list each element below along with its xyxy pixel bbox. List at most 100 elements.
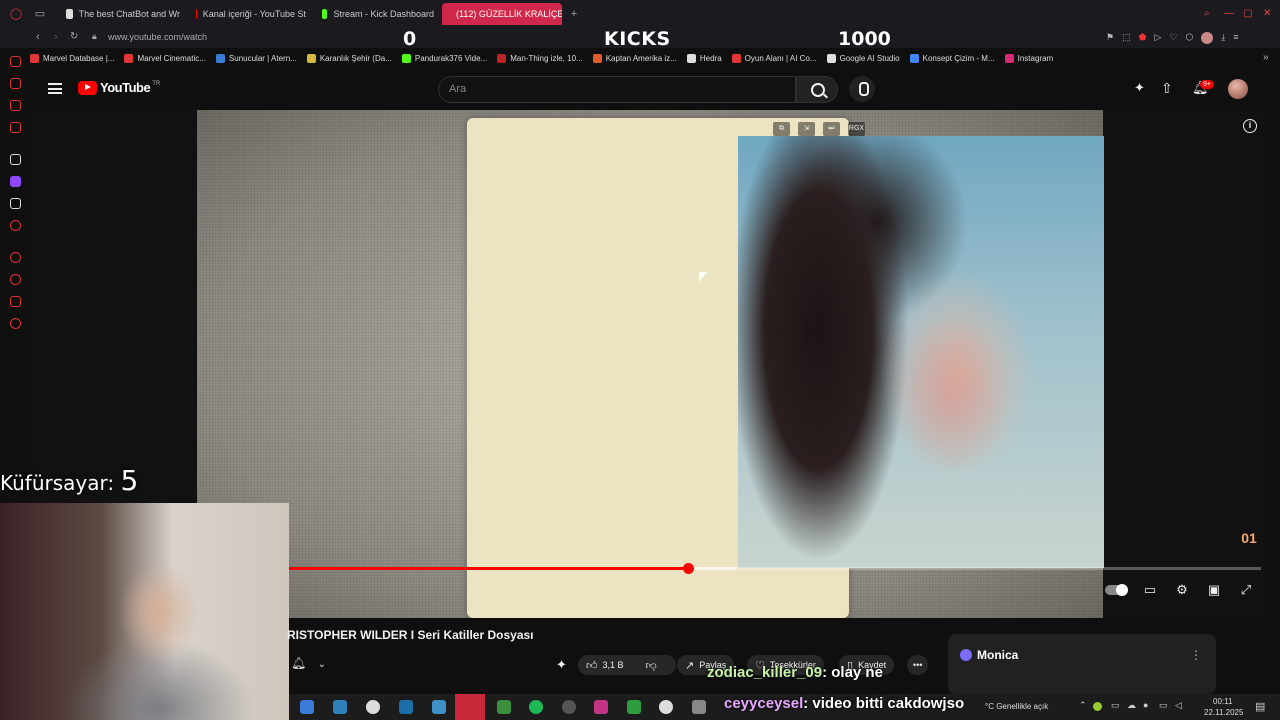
browser-tab[interactable]: (112) GÜZELLİK KRALİÇES — [442, 3, 562, 25]
snapshot-icon[interactable]: ⬚ — [1122, 32, 1131, 44]
sidebar-x-icon[interactable] — [10, 198, 21, 209]
bookmark-page-icon[interactable]: ⚑ — [1106, 32, 1114, 44]
reload-icon[interactable]: ↻ — [70, 31, 78, 42]
tray-cloud-icon[interactable]: ☁ — [1127, 700, 1136, 711]
tray-weather[interactable]: °C Genellikle açık — [985, 702, 1048, 711]
more-actions-button[interactable]: ••• — [907, 655, 929, 675]
browser-menu-icon[interactable]: ≡ — [1233, 32, 1238, 44]
theater-mode-icon[interactable]: ▣ — [1205, 583, 1223, 597]
taskbar-store-icon[interactable] — [300, 700, 314, 714]
taskbar-kick-icon[interactable] — [627, 700, 641, 714]
sidebar-aria-icon[interactable] — [10, 56, 21, 67]
clock-date[interactable]: 22.11.2025 — [1204, 708, 1243, 717]
profile-avatar-icon[interactable] — [1201, 32, 1214, 44]
browser-tab[interactable]: Stream - Kick Dashboard — [314, 3, 442, 25]
taskbar-explorer-icon[interactable] — [333, 700, 347, 714]
hamburger-menu-icon[interactable] — [48, 83, 62, 94]
rgx-badge[interactable]: RGX — [848, 122, 865, 136]
maximize-icon[interactable]: ▢ — [1243, 8, 1252, 19]
taskbar-misc-icon[interactable] — [692, 700, 706, 714]
channel-watermark[interactable]: 01 — [1237, 530, 1261, 554]
taskbar-spotify-icon[interactable] — [529, 700, 543, 714]
download-icon[interactable]: ⤓ — [1221, 32, 1225, 44]
tray-volume-icon[interactable]: ◁ — [1175, 700, 1182, 711]
video-frame[interactable]: ⧉ ⇲ ⏭ RGX — [197, 110, 1104, 618]
sidebar-messenger-icon[interactable] — [10, 100, 21, 111]
taskbar-opera-icon[interactable] — [455, 694, 485, 720]
bookmark-item[interactable]: Konsept Çizim - M... — [909, 54, 995, 63]
taskbar-discord-icon[interactable] — [659, 700, 673, 714]
progress-scrubber[interactable] — [682, 563, 694, 574]
upload-icon[interactable]: ⇧ — [1161, 80, 1177, 96]
subtitles-icon[interactable]: ▭ — [1141, 583, 1159, 597]
sidebar-history-icon[interactable] — [10, 78, 21, 89]
bookmark-item[interactable]: Hedra — [686, 54, 722, 63]
search-button[interactable] — [796, 76, 838, 103]
subscribe-bell-button[interactable]: 🔔︎ ⌄ — [291, 656, 331, 674]
tray-network-icon[interactable]: ▭ — [1159, 700, 1168, 711]
bookmark-item[interactable]: Sunucular | Atern... — [215, 54, 297, 63]
tray-monitor-icon[interactable]: ▭ — [1111, 700, 1120, 711]
extensions-icon[interactable]: ⬡ — [1185, 32, 1193, 44]
taskbar-app-icon[interactable] — [366, 700, 380, 714]
sidebar-twitch-icon[interactable] — [10, 176, 21, 187]
voice-search-button[interactable] — [849, 76, 875, 102]
exit-icon[interactable]: ⇲ — [798, 122, 815, 136]
shield-icon[interactable]: ⬟ — [1139, 32, 1147, 44]
sidebar-clock-icon[interactable] — [10, 274, 21, 285]
taskbar-nvidia-icon[interactable] — [497, 700, 511, 714]
taskbar-steam-icon[interactable] — [399, 700, 413, 714]
account-avatar[interactable] — [1228, 79, 1248, 99]
info-icon[interactable]: i — [1243, 119, 1257, 133]
tray-app-icon[interactable] — [1093, 702, 1102, 711]
autoplay-toggle[interactable] — [1105, 584, 1128, 596]
ask-ai-icon[interactable]: ✦ — [556, 657, 567, 673]
taskbar-calendar-icon[interactable] — [432, 700, 446, 714]
dislike-icon[interactable]: 👎︎ — [646, 659, 657, 672]
sidebar-player-icon[interactable] — [10, 252, 21, 263]
tray-mic-icon[interactable]: ● — [1143, 700, 1148, 710]
settings-gear-icon[interactable]: ⚙ — [1173, 583, 1191, 597]
skip-icon[interactable]: ⏭ — [823, 122, 840, 136]
more-bookmarks-icon[interactable]: » — [1263, 52, 1269, 63]
progress-bar[interactable] — [289, 563, 1261, 574]
bookmark-item[interactable]: Kaptan Amerika iz... — [592, 54, 677, 63]
create-icon[interactable]: ✦ — [1134, 80, 1150, 96]
search-tabs-icon[interactable]: ⌕ — [1204, 8, 1210, 19]
heart-icon[interactable]: ♡ — [1169, 32, 1177, 44]
like-icon[interactable]: 👍︎ — [586, 659, 598, 672]
youtube-logo[interactable]: YouTube TR — [78, 80, 160, 95]
sidebar-arc-icon[interactable] — [10, 154, 21, 165]
tray-chevron-up-icon[interactable]: ⌃ — [1079, 700, 1087, 711]
bookmark-item[interactable]: Pandurak376 Vide... — [401, 54, 487, 63]
close-window-icon[interactable]: ✕ — [1263, 8, 1271, 19]
like-count[interactable]: 3,1 B — [603, 660, 624, 670]
browser-tab[interactable]: The best ChatBot and Wr — [58, 3, 188, 25]
forward-icon[interactable]: › — [54, 31, 58, 43]
minimize-icon[interactable]: — — [1224, 8, 1234, 19]
search-input[interactable] — [449, 83, 779, 95]
sidebar-bookmarks-icon[interactable] — [10, 122, 21, 133]
bookmark-item[interactable]: Marvel Database |... — [30, 54, 114, 63]
back-icon[interactable]: ‹ — [36, 31, 40, 43]
taskbar-instagram-icon[interactable] — [594, 700, 608, 714]
player-icon[interactable]: ▷ — [1154, 32, 1161, 44]
taskbar-obs-icon[interactable] — [562, 700, 576, 714]
url-field[interactable]: www.youtube.com/watch — [108, 32, 207, 42]
fullscreen-icon[interactable]: ⤢ — [1237, 583, 1255, 597]
notification-center-icon[interactable]: ▤ — [1255, 700, 1265, 713]
picture-in-picture-icon[interactable]: ⧉ — [773, 122, 790, 136]
new-tab-icon[interactable]: + — [566, 6, 582, 22]
sidebar-youtube-icon[interactable] — [10, 220, 21, 231]
bookmark-item[interactable]: Google AI Studio — [826, 54, 900, 63]
bookmark-item[interactable]: Oyun Alanı | AI Co... — [731, 54, 817, 63]
opera-logo-icon[interactable]: ◯ — [8, 6, 24, 22]
bookmark-item[interactable]: Instagram — [1004, 54, 1053, 63]
clock-time[interactable]: 00:11 — [1213, 697, 1232, 706]
bookmark-item[interactable]: Marvel Cinematic... — [124, 54, 206, 63]
sidebar-settings-icon[interactable] — [10, 318, 21, 329]
browser-tab[interactable]: Kanal içeriği - YouTube St — [188, 3, 314, 25]
sidebar-extensions-icon[interactable] — [10, 296, 21, 307]
tab-menu-icon[interactable]: ▭ — [32, 6, 48, 22]
more-vertical-icon[interactable]: ⋮ — [1190, 648, 1202, 662]
